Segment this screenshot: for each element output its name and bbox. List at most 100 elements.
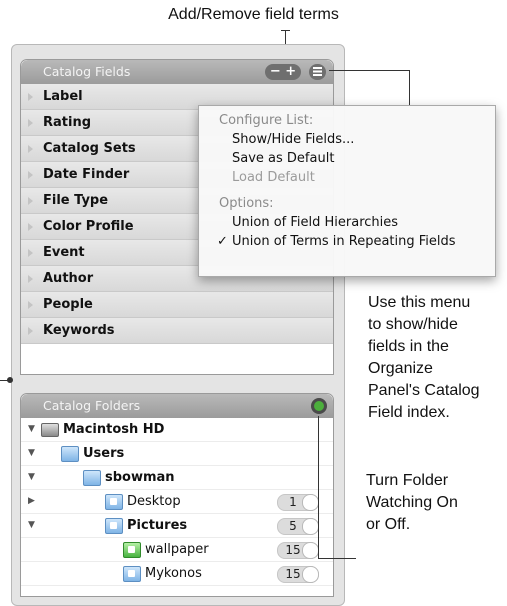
disclosure-expanded-icon[interactable]: ▼ <box>28 442 35 465</box>
folder-icon <box>105 494 123 510</box>
folder-name: Users <box>83 446 125 461</box>
configure-list-menu: Configure List: Show/Hide Fields... Save… <box>198 105 496 277</box>
folder-icon <box>61 446 79 462</box>
menu-item-load-default: Load Default <box>232 170 315 185</box>
catalog-fields-title: Catalog Fields <box>43 64 131 79</box>
menu-item-union-hierarchies[interactable]: Union of Field Hierarchies <box>199 213 495 232</box>
callout-line-cap <box>281 30 290 31</box>
catalog-folders-panel: Catalog Folders ▼ Macintosh HD ▼ Users ▼ sbow… <box>20 393 334 597</box>
disclosure-triangle-icon[interactable] <box>28 223 33 231</box>
item-count: 15 <box>285 567 301 581</box>
disclosure-triangle-icon[interactable] <box>28 197 33 205</box>
menu-section-options: Options: <box>219 196 274 211</box>
disclosure-triangle-icon[interactable] <box>28 327 33 335</box>
catalog-field-label: Label <box>43 89 83 104</box>
folder-row[interactable]: ▶ Desktop 1 <box>21 490 333 514</box>
watch-note-line: Watching On <box>366 494 458 511</box>
disclosure-triangle-icon[interactable] <box>28 145 33 153</box>
watch-folder-icon <box>314 401 324 411</box>
hard-drive-icon <box>41 423 59 437</box>
catalog-field-label: Author <box>43 271 94 286</box>
add-remove-button[interactable]: − + <box>265 64 301 80</box>
toggle-knob <box>302 566 319 583</box>
item-count: 5 <box>289 519 297 533</box>
menu-item-save-default[interactable]: Save as Default <box>199 149 495 168</box>
checkmark-icon: ✓ <box>217 234 228 249</box>
disclosure-triangle-icon[interactable] <box>28 249 33 257</box>
watch-callout-line-v <box>318 416 319 558</box>
folder-name: Pictures <box>127 518 188 533</box>
list-menu-button[interactable] <box>309 64 326 80</box>
watch-folder-button[interactable] <box>311 398 327 414</box>
disclosure-collapsed-icon[interactable]: ▶ <box>28 490 35 513</box>
watch-callout-line-h <box>318 558 356 559</box>
menu-note-line: to show/hide <box>368 316 458 333</box>
menu-note: Use this menu to show/hide fields in the… <box>368 292 480 424</box>
watch-note-line: Turn Folder <box>366 472 449 489</box>
watch-note: Turn Folder Watching On or Off. <box>366 470 458 536</box>
menu-callout-line-h <box>329 70 409 71</box>
watch-note-line: or Off. <box>366 516 411 533</box>
disclosure-triangle-icon[interactable] <box>28 171 33 179</box>
disclosure-triangle-icon[interactable] <box>28 275 33 283</box>
item-count: 15 <box>285 543 301 557</box>
catalog-field-label: Rating <box>43 115 92 130</box>
folder-icon <box>105 518 123 534</box>
item-count: 1 <box>289 495 297 509</box>
item-count-toggle[interactable]: 5 <box>277 518 319 535</box>
disclosure-triangle-icon[interactable] <box>28 119 33 127</box>
toggle-knob <box>302 494 319 511</box>
folder-row[interactable]: ▼ Users <box>21 442 333 466</box>
folder-row[interactable]: ▼ sbowman <box>21 466 333 490</box>
divider-marker-dot <box>7 377 13 383</box>
menu-note-line: Field index. <box>368 404 450 421</box>
catalog-field-label: Keywords <box>43 323 115 338</box>
disclosure-expanded-icon[interactable]: ▼ <box>28 466 35 489</box>
catalog-folders-title: Catalog Folders <box>43 398 141 413</box>
catalog-field-label: File Type <box>43 193 109 208</box>
add-remove-callout: Add/Remove field terms <box>168 6 339 23</box>
item-count-toggle[interactable]: 15 <box>277 542 319 559</box>
catalog-field-row[interactable]: People <box>21 292 333 318</box>
toggle-knob <box>302 518 319 535</box>
menu-note-line: Panel's Catalog <box>368 382 480 399</box>
add-term-button[interactable]: + <box>285 64 296 79</box>
folder-name: Desktop <box>127 494 181 509</box>
catalog-folders-header: Catalog Folders <box>21 394 333 418</box>
catalog-field-label: Event <box>43 245 85 260</box>
catalog-field-label: Catalog Sets <box>43 141 136 156</box>
menu-item-union-terms-label: Union of Terms in Repeating Fields <box>232 234 456 249</box>
menu-note-line: fields in the <box>368 338 449 355</box>
folder-row[interactable]: ▼ Macintosh HD <box>21 418 333 442</box>
catalog-folders-list: ▼ Macintosh HD ▼ Users ▼ sbowman ▶ Desktop 1 ▼ Pic… <box>21 418 333 586</box>
menu-item-union-terms[interactable]: ✓ Union of Terms in Repeating Fields <box>199 232 495 251</box>
menu-note-line: Organize <box>368 360 433 377</box>
item-count-toggle[interactable]: 15 <box>277 566 319 583</box>
watched-folder-icon <box>123 542 141 558</box>
folder-icon <box>123 566 141 582</box>
disclosure-expanded-icon[interactable]: ▼ <box>28 418 35 441</box>
disclosure-expanded-icon[interactable]: ▼ <box>28 514 35 537</box>
catalog-fields-header: Catalog Fields − + <box>21 60 333 84</box>
disclosure-triangle-icon[interactable] <box>28 93 33 101</box>
menu-callout-line-v <box>409 70 410 105</box>
catalog-field-row[interactable]: Keywords <box>21 318 333 344</box>
remove-term-button[interactable]: − <box>270 64 281 79</box>
menu-section-configure: Configure List: <box>219 113 314 128</box>
folder-row[interactable]: wallpaper 15 <box>21 538 333 562</box>
folder-name: sbowman <box>105 470 175 485</box>
list-icon <box>313 67 322 76</box>
item-count-toggle[interactable]: 1 <box>277 494 319 511</box>
catalog-field-label: Color Profile <box>43 219 134 234</box>
folder-row[interactable]: Mykonos 15 <box>21 562 333 586</box>
menu-item-show-hide-fields[interactable]: Show/Hide Fields... <box>199 130 495 149</box>
folder-name: Mykonos <box>145 566 202 581</box>
toggle-knob <box>302 542 319 559</box>
folder-row[interactable]: ▼ Pictures 5 <box>21 514 333 538</box>
folder-icon <box>83 470 101 486</box>
folder-name: wallpaper <box>145 542 209 557</box>
menu-note-line: Use this menu <box>368 294 471 311</box>
disclosure-triangle-icon[interactable] <box>28 301 33 309</box>
folder-name: Macintosh HD <box>63 422 165 437</box>
catalog-field-label: Date Finder <box>43 167 130 182</box>
